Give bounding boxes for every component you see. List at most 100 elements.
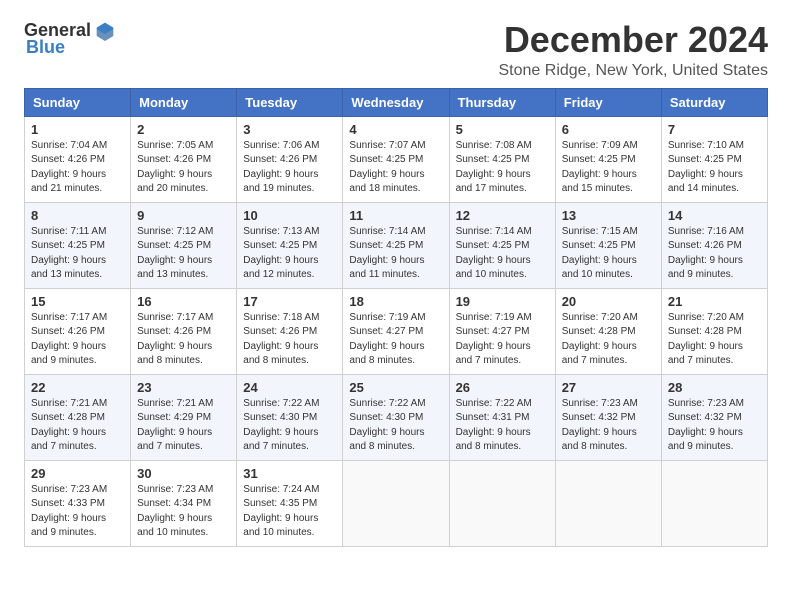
subtitle: Stone Ridge, New York, United States [499,62,769,80]
header-friday: Friday [555,88,661,116]
header-sunday: Sunday [25,88,131,116]
table-row: 31 Sunrise: 7:24 AMSunset: 4:35 PMDaylig… [237,460,343,546]
cell-text: Sunrise: 7:14 AMSunset: 4:25 PMDaylight:… [456,226,532,281]
table-row: 17 Sunrise: 7:18 AMSunset: 4:26 PMDaylig… [237,288,343,374]
table-row: 23 Sunrise: 7:21 AMSunset: 4:29 PMDaylig… [131,374,237,460]
table-row: 24 Sunrise: 7:22 AMSunset: 4:30 PMDaylig… [237,374,343,460]
cell-text: Sunrise: 7:21 AMSunset: 4:29 PMDaylight:… [137,398,213,453]
day-number: 23 [137,380,230,395]
table-row: 22 Sunrise: 7:21 AMSunset: 4:28 PMDaylig… [25,374,131,460]
cell-text: Sunrise: 7:16 AMSunset: 4:26 PMDaylight:… [668,226,744,281]
table-row: 26 Sunrise: 7:22 AMSunset: 4:31 PMDaylig… [449,374,555,460]
header-tuesday: Tuesday [237,88,343,116]
day-number: 9 [137,208,230,223]
day-number: 10 [243,208,336,223]
table-row: 25 Sunrise: 7:22 AMSunset: 4:30 PMDaylig… [343,374,449,460]
header-wednesday: Wednesday [343,88,449,116]
table-row: 12 Sunrise: 7:14 AMSunset: 4:25 PMDaylig… [449,202,555,288]
table-row: 5 Sunrise: 7:08 AMSunset: 4:25 PMDayligh… [449,116,555,202]
day-number: 29 [31,466,124,481]
day-number: 7 [668,122,761,137]
cell-text: Sunrise: 7:12 AMSunset: 4:25 PMDaylight:… [137,226,213,281]
header: General Blue December 2024 Stone Ridge, … [24,20,768,80]
cell-text: Sunrise: 7:13 AMSunset: 4:25 PMDaylight:… [243,226,319,281]
table-row: 2 Sunrise: 7:05 AMSunset: 4:26 PMDayligh… [131,116,237,202]
day-number: 18 [349,294,442,309]
table-row [343,460,449,546]
day-number: 30 [137,466,230,481]
table-row [555,460,661,546]
cell-text: Sunrise: 7:14 AMSunset: 4:25 PMDaylight:… [349,226,425,281]
cell-text: Sunrise: 7:24 AMSunset: 4:35 PMDaylight:… [243,484,319,539]
day-number: 4 [349,122,442,137]
table-row: 8 Sunrise: 7:11 AMSunset: 4:25 PMDayligh… [25,202,131,288]
day-number: 1 [31,122,124,137]
cell-text: Sunrise: 7:23 AMSunset: 4:32 PMDaylight:… [668,398,744,453]
day-number: 13 [562,208,655,223]
table-row: 15 Sunrise: 7:17 AMSunset: 4:26 PMDaylig… [25,288,131,374]
cell-text: Sunrise: 7:19 AMSunset: 4:27 PMDaylight:… [349,312,425,367]
table-row: 29 Sunrise: 7:23 AMSunset: 4:33 PMDaylig… [25,460,131,546]
logo-area: General Blue [24,20,115,58]
day-number: 22 [31,380,124,395]
cell-text: Sunrise: 7:23 AMSunset: 4:32 PMDaylight:… [562,398,638,453]
cell-text: Sunrise: 7:05 AMSunset: 4:26 PMDaylight:… [137,140,213,195]
header-saturday: Saturday [661,88,767,116]
table-row: 11 Sunrise: 7:14 AMSunset: 4:25 PMDaylig… [343,202,449,288]
main-title: December 2024 [499,20,769,60]
table-row: 7 Sunrise: 7:10 AMSunset: 4:25 PMDayligh… [661,116,767,202]
day-number: 21 [668,294,761,309]
table-row: 9 Sunrise: 7:12 AMSunset: 4:25 PMDayligh… [131,202,237,288]
calendar-week-row: 22 Sunrise: 7:21 AMSunset: 4:28 PMDaylig… [25,374,768,460]
table-row [661,460,767,546]
day-number: 15 [31,294,124,309]
cell-text: Sunrise: 7:08 AMSunset: 4:25 PMDaylight:… [456,140,532,195]
table-row: 18 Sunrise: 7:19 AMSunset: 4:27 PMDaylig… [343,288,449,374]
cell-text: Sunrise: 7:22 AMSunset: 4:31 PMDaylight:… [456,398,532,453]
calendar-week-row: 15 Sunrise: 7:17 AMSunset: 4:26 PMDaylig… [25,288,768,374]
logo-icon [95,21,115,41]
cell-text: Sunrise: 7:23 AMSunset: 4:34 PMDaylight:… [137,484,213,539]
calendar-week-row: 8 Sunrise: 7:11 AMSunset: 4:25 PMDayligh… [25,202,768,288]
table-row: 3 Sunrise: 7:06 AMSunset: 4:26 PMDayligh… [237,116,343,202]
table-row: 10 Sunrise: 7:13 AMSunset: 4:25 PMDaylig… [237,202,343,288]
table-row: 30 Sunrise: 7:23 AMSunset: 4:34 PMDaylig… [131,460,237,546]
cell-text: Sunrise: 7:19 AMSunset: 4:27 PMDaylight:… [456,312,532,367]
cell-text: Sunrise: 7:06 AMSunset: 4:26 PMDaylight:… [243,140,319,195]
table-row: 28 Sunrise: 7:23 AMSunset: 4:32 PMDaylig… [661,374,767,460]
day-number: 17 [243,294,336,309]
table-row: 6 Sunrise: 7:09 AMSunset: 4:25 PMDayligh… [555,116,661,202]
calendar-week-row: 29 Sunrise: 7:23 AMSunset: 4:33 PMDaylig… [25,460,768,546]
cell-text: Sunrise: 7:17 AMSunset: 4:26 PMDaylight:… [31,312,107,367]
table-row: 16 Sunrise: 7:17 AMSunset: 4:26 PMDaylig… [131,288,237,374]
cell-text: Sunrise: 7:21 AMSunset: 4:28 PMDaylight:… [31,398,107,453]
table-row: 21 Sunrise: 7:20 AMSunset: 4:28 PMDaylig… [661,288,767,374]
day-number: 19 [456,294,549,309]
table-row [449,460,555,546]
header-monday: Monday [131,88,237,116]
table-row: 19 Sunrise: 7:19 AMSunset: 4:27 PMDaylig… [449,288,555,374]
cell-text: Sunrise: 7:11 AMSunset: 4:25 PMDaylight:… [31,226,106,281]
title-area: December 2024 Stone Ridge, New York, Uni… [499,20,769,80]
cell-text: Sunrise: 7:20 AMSunset: 4:28 PMDaylight:… [562,312,638,367]
day-number: 5 [456,122,549,137]
day-number: 26 [456,380,549,395]
cell-text: Sunrise: 7:18 AMSunset: 4:26 PMDaylight:… [243,312,319,367]
table-row: 20 Sunrise: 7:20 AMSunset: 4:28 PMDaylig… [555,288,661,374]
calendar: Sunday Monday Tuesday Wednesday Thursday… [24,88,768,547]
cell-text: Sunrise: 7:04 AMSunset: 4:26 PMDaylight:… [31,140,107,195]
day-number: 3 [243,122,336,137]
day-number: 16 [137,294,230,309]
day-number: 11 [349,208,442,223]
day-number: 6 [562,122,655,137]
cell-text: Sunrise: 7:10 AMSunset: 4:25 PMDaylight:… [668,140,744,195]
table-row: 14 Sunrise: 7:16 AMSunset: 4:26 PMDaylig… [661,202,767,288]
cell-text: Sunrise: 7:15 AMSunset: 4:25 PMDaylight:… [562,226,638,281]
cell-text: Sunrise: 7:23 AMSunset: 4:33 PMDaylight:… [31,484,107,539]
table-row: 13 Sunrise: 7:15 AMSunset: 4:25 PMDaylig… [555,202,661,288]
calendar-header-row: Sunday Monday Tuesday Wednesday Thursday… [25,88,768,116]
day-number: 24 [243,380,336,395]
day-number: 8 [31,208,124,223]
cell-text: Sunrise: 7:22 AMSunset: 4:30 PMDaylight:… [349,398,425,453]
cell-text: Sunrise: 7:20 AMSunset: 4:28 PMDaylight:… [668,312,744,367]
